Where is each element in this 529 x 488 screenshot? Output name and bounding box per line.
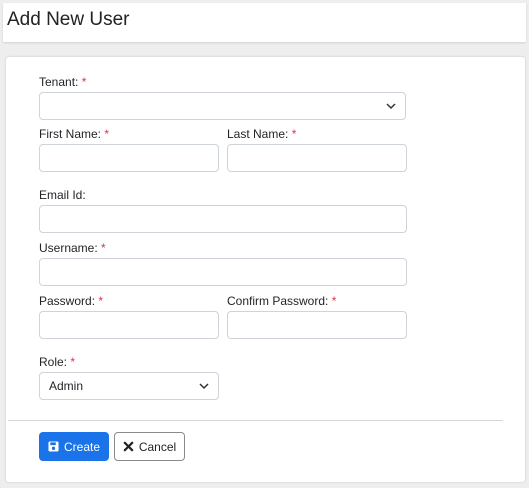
username-input[interactable]: [39, 258, 407, 286]
role-select[interactable]: Admin: [39, 372, 219, 400]
first-name-label-text: First Name:: [39, 127, 102, 141]
email-input[interactable]: [39, 205, 407, 233]
tenant-label: Tenant: *: [39, 75, 86, 89]
required-marker: *: [331, 294, 337, 308]
page-header: Add New User: [3, 3, 526, 42]
page-title: Add New User: [7, 9, 130, 30]
tenant-select[interactable]: [39, 92, 406, 120]
create-button-label: Create: [63, 439, 101, 454]
cancel-button-label: Cancel: [138, 439, 177, 454]
last-name-input[interactable]: [227, 144, 407, 172]
chevron-down-icon: [386, 103, 396, 110]
required-marker: *: [291, 127, 297, 141]
password-label-text: Password:: [39, 294, 96, 308]
password-input[interactable]: [39, 311, 219, 339]
email-label: Email Id:: [39, 188, 86, 202]
required-marker: *: [104, 127, 110, 141]
confirm-password-label-text: Confirm Password:: [227, 294, 329, 308]
role-label-text: Role:: [39, 355, 68, 369]
required-marker: *: [70, 355, 76, 369]
last-name-label: Last Name: *: [227, 127, 296, 141]
required-marker: *: [81, 75, 87, 89]
username-label: Username: *: [39, 241, 106, 255]
form-divider: [8, 420, 503, 421]
tenant-label-text: Tenant:: [39, 75, 79, 89]
save-icon: [48, 441, 59, 452]
password-label: Password: *: [39, 294, 103, 308]
confirm-password-input[interactable]: [227, 311, 407, 339]
role-select-value: Admin: [49, 379, 84, 393]
chevron-down-icon: [199, 383, 209, 390]
role-label: Role: *: [39, 355, 75, 369]
first-name-input[interactable]: [39, 144, 219, 172]
confirm-password-label: Confirm Password: *: [227, 294, 336, 308]
first-name-label: First Name: *: [39, 127, 109, 141]
create-button[interactable]: Create: [39, 432, 109, 461]
email-label-text: Email Id:: [39, 188, 86, 202]
required-marker: *: [98, 294, 104, 308]
close-icon: [123, 441, 134, 452]
cancel-button[interactable]: Cancel: [114, 432, 185, 461]
required-marker: *: [101, 241, 106, 255]
last-name-label-text: Last Name:: [227, 127, 289, 141]
username-label-text: Username:: [39, 241, 98, 255]
